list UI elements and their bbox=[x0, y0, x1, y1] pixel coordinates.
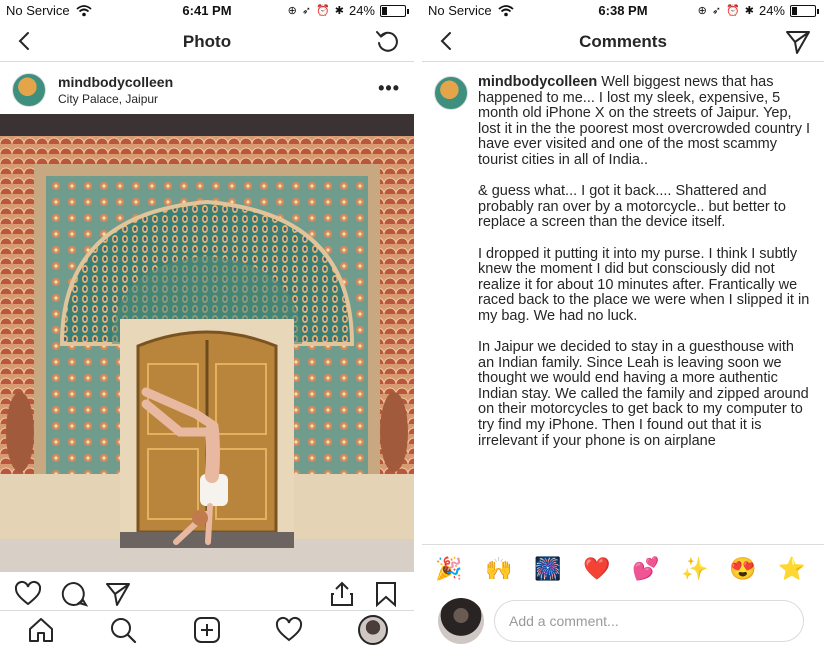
emoji-party-popper[interactable]: 🎉 bbox=[434, 557, 464, 581]
nav-bar: Photo bbox=[0, 22, 414, 62]
post-header: mindbodycolleen City Palace, Jaipur ••• bbox=[0, 66, 414, 114]
activity-heart-icon[interactable] bbox=[274, 615, 304, 645]
page-title: Comments bbox=[579, 32, 667, 51]
emoji-two-hearts[interactable]: 💕 bbox=[631, 557, 661, 581]
post-photo-image bbox=[0, 114, 414, 572]
search-icon[interactable] bbox=[108, 615, 138, 645]
location-icon: ➶ bbox=[711, 5, 722, 17]
screen-divider bbox=[414, 0, 422, 648]
bookmark-icon[interactable] bbox=[372, 580, 400, 608]
upload-icon[interactable] bbox=[328, 580, 356, 608]
send-icon[interactable] bbox=[784, 28, 812, 56]
battery-icon bbox=[380, 4, 409, 17]
caption-paragraph: In Jaipur we decided to stay in a guesth… bbox=[478, 339, 809, 449]
post-location[interactable]: City Palace, Jaipur bbox=[58, 92, 158, 106]
page-title: Photo bbox=[182, 32, 232, 51]
battery-fill bbox=[382, 6, 388, 15]
bluetooth-icon: ✱ bbox=[744, 5, 754, 17]
comment-icon[interactable] bbox=[60, 580, 88, 608]
post-username[interactable]: mindbodycolleen bbox=[58, 74, 173, 90]
new-post-icon[interactable] bbox=[192, 615, 222, 645]
refresh-icon[interactable] bbox=[374, 28, 402, 56]
battery-fill bbox=[792, 6, 798, 15]
heart-icon[interactable] bbox=[14, 580, 42, 608]
emoji-quick-bar: 🎉 🙌 🎆 ❤️ 💕 ✨ 😍 ⭐ bbox=[422, 544, 824, 592]
emoji-heart-eyes[interactable]: 😍 bbox=[728, 557, 758, 581]
alarm-icon: ⏰ bbox=[316, 5, 330, 17]
lock-rotation-icon: ⊕ bbox=[287, 5, 297, 17]
caption-paragraph: & guess what... I got it back.... Shatte… bbox=[478, 183, 786, 231]
post-photo[interactable] bbox=[0, 114, 414, 572]
nav-bar: Comments bbox=[422, 22, 824, 62]
battery-icon bbox=[790, 4, 819, 17]
comment-username[interactable]: mindbodycolleen bbox=[478, 74, 597, 90]
bottom-tab-bar bbox=[0, 610, 414, 648]
comment-composer: Add a comment... bbox=[422, 592, 824, 648]
home-icon[interactable] bbox=[26, 615, 56, 645]
photo-screen: No Service 6:41 PM ⊕ ➶ ⏰ ✱ 24% Photo min… bbox=[0, 0, 414, 648]
more-options-icon[interactable]: ••• bbox=[378, 78, 400, 99]
share-icon[interactable] bbox=[104, 580, 132, 608]
emoji-fireworks[interactable]: 🎆 bbox=[533, 557, 563, 581]
emoji-sparkles[interactable]: ✨ bbox=[680, 557, 710, 581]
avatar[interactable] bbox=[434, 76, 468, 110]
lock-rotation-icon: ⊕ bbox=[697, 5, 707, 17]
location-icon: ➶ bbox=[301, 5, 312, 17]
status-bar: No Service 6:38 PM ⊕ ➶ ⏰ ✱ 24% bbox=[422, 0, 824, 20]
post-action-bar bbox=[0, 578, 414, 608]
caption-comment: mindbodycolleen Well biggest news that h… bbox=[478, 74, 814, 465]
battery-percent: 24% bbox=[348, 3, 375, 18]
caption-paragraph: I dropped it putting it into my purse. I… bbox=[478, 245, 810, 324]
my-avatar bbox=[438, 598, 484, 644]
avatar[interactable] bbox=[12, 73, 46, 107]
emoji-red-heart[interactable]: ❤️ bbox=[582, 557, 612, 581]
comment-list: mindbodycolleen Well biggest news that h… bbox=[422, 64, 824, 542]
emoji-raised-hands[interactable]: 🙌 bbox=[484, 557, 514, 581]
profile-avatar[interactable] bbox=[358, 615, 388, 645]
status-bar: No Service 6:41 PM ⊕ ➶ ⏰ ✱ 24% bbox=[0, 0, 414, 20]
comments-screen: No Service 6:38 PM ⊕ ➶ ⏰ ✱ 24% Comments … bbox=[422, 0, 824, 648]
bluetooth-icon: ✱ bbox=[334, 5, 344, 17]
alarm-icon: ⏰ bbox=[726, 5, 740, 17]
battery-percent: 24% bbox=[758, 3, 785, 18]
comment-input[interactable]: Add a comment... bbox=[494, 600, 804, 642]
emoji-star[interactable]: ⭐ bbox=[777, 557, 807, 581]
